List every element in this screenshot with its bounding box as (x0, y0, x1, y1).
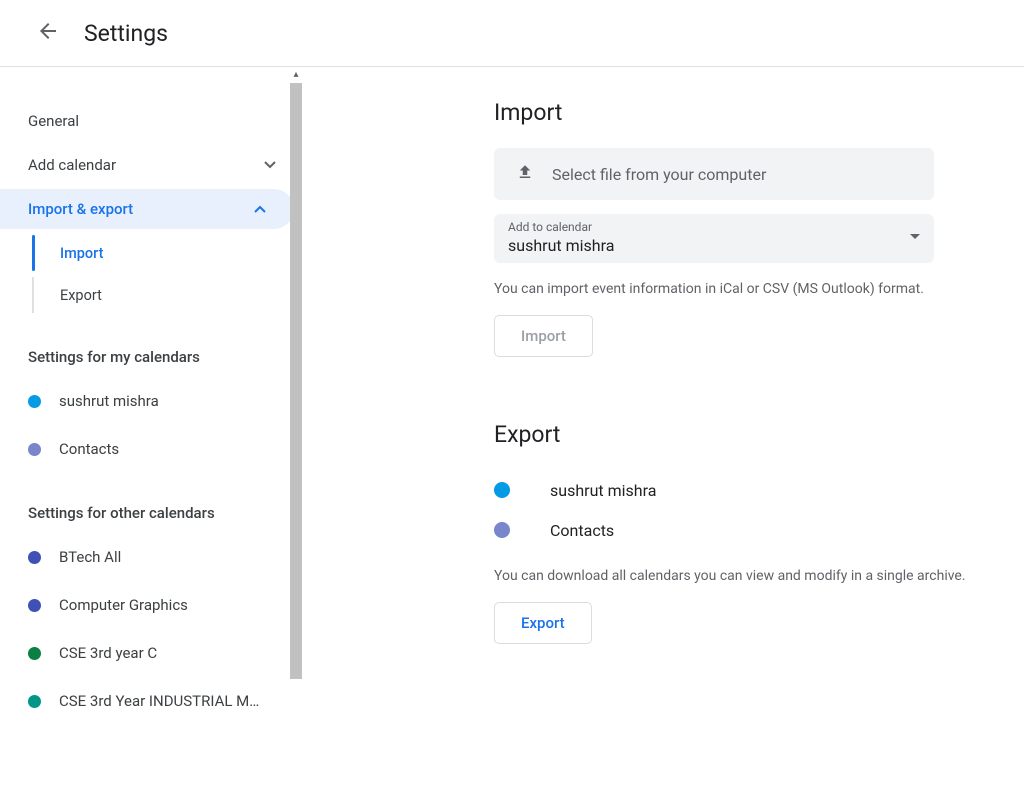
calendar-label: sushrut mishra (59, 392, 159, 410)
import-section: Import Select file from your computer Ad… (494, 99, 1024, 357)
sidebar-scrollbar[interactable]: ▴ (288, 67, 304, 794)
nav-label: Add calendar (28, 156, 116, 174)
calendar-color-dot (28, 551, 41, 564)
chevron-down-icon (260, 161, 280, 169)
calendar-label: Computer Graphics (59, 596, 188, 614)
other-calendar-item[interactable]: Computer Graphics (0, 585, 304, 625)
section-heading: Import (494, 99, 1024, 126)
scrollbar-arrow-up-icon[interactable]: ▴ (288, 67, 304, 83)
my-calendar-item[interactable]: Contacts (0, 429, 304, 469)
nav-general[interactable]: General (0, 101, 304, 141)
nav-add-calendar[interactable]: Add calendar (0, 145, 304, 185)
calendar-color-dot (28, 395, 41, 408)
chevron-up-icon (250, 205, 270, 213)
heading-other-calendars: Settings for other calendars (0, 497, 304, 529)
other-calendar-item[interactable]: BTech All (0, 537, 304, 577)
export-hint: You can download all calendars you can v… (494, 568, 1024, 584)
page-title: Settings (84, 20, 168, 47)
calendar-color-dot (28, 647, 41, 660)
nav-label: Import (60, 245, 103, 262)
file-upload-field[interactable]: Select file from your computer (494, 148, 934, 200)
export-button[interactable]: Export (494, 602, 592, 644)
heading-my-calendars: Settings for my calendars (0, 341, 304, 373)
import-hint: You can import event information in iCal… (494, 281, 1024, 297)
calendar-label: Contacts (550, 521, 614, 540)
nav-sub-import[interactable]: Import (0, 235, 304, 271)
other-calendar-item[interactable]: CSE 3rd Year INDUSTRIAL M… (0, 681, 304, 721)
my-calendar-item[interactable]: sushrut mishra (0, 381, 304, 421)
settings-sidebar: General Add calendar Import & export Imp… (0, 67, 304, 794)
calendar-label: Contacts (59, 440, 119, 458)
calendar-color-dot (494, 522, 510, 538)
caret-down-icon (910, 234, 920, 239)
calendar-color-dot (494, 482, 510, 498)
upload-icon (516, 163, 534, 185)
calendar-label: sushrut mishra (550, 481, 656, 500)
back-button[interactable] (28, 13, 68, 53)
calendar-label: CSE 3rd year C (59, 644, 157, 662)
nav-sub-export[interactable]: Export (0, 277, 304, 313)
import-button[interactable]: Import (494, 315, 593, 357)
button-label: Import (521, 327, 566, 345)
calendar-label: CSE 3rd Year INDUSTRIAL M… (59, 692, 259, 710)
arrow-left-icon (36, 19, 60, 47)
export-calendar-row: Contacts (494, 510, 1024, 550)
dropdown-value: sushrut mishra (508, 236, 920, 255)
add-to-calendar-dropdown[interactable]: Add to calendar sushrut mishra (494, 214, 934, 263)
nav-label: Import & export (28, 200, 133, 218)
button-label: Export (521, 614, 565, 632)
calendar-color-dot (28, 599, 41, 612)
export-section: Export sushrut mishra Contacts You can d… (494, 421, 1024, 644)
calendar-label: BTech All (59, 548, 121, 566)
calendar-color-dot (28, 695, 41, 708)
nav-label: General (28, 112, 79, 130)
nav-label: Export (60, 287, 102, 304)
upload-label: Select file from your computer (552, 165, 766, 184)
dropdown-label: Add to calendar (508, 220, 920, 234)
nav-import-export[interactable]: Import & export (0, 189, 294, 229)
other-calendar-item[interactable]: CSE 3rd year C (0, 633, 304, 673)
scrollbar-thumb[interactable] (290, 83, 302, 679)
section-heading: Export (494, 421, 1024, 448)
export-calendar-row: sushrut mishra (494, 470, 1024, 510)
calendar-color-dot (28, 443, 41, 456)
